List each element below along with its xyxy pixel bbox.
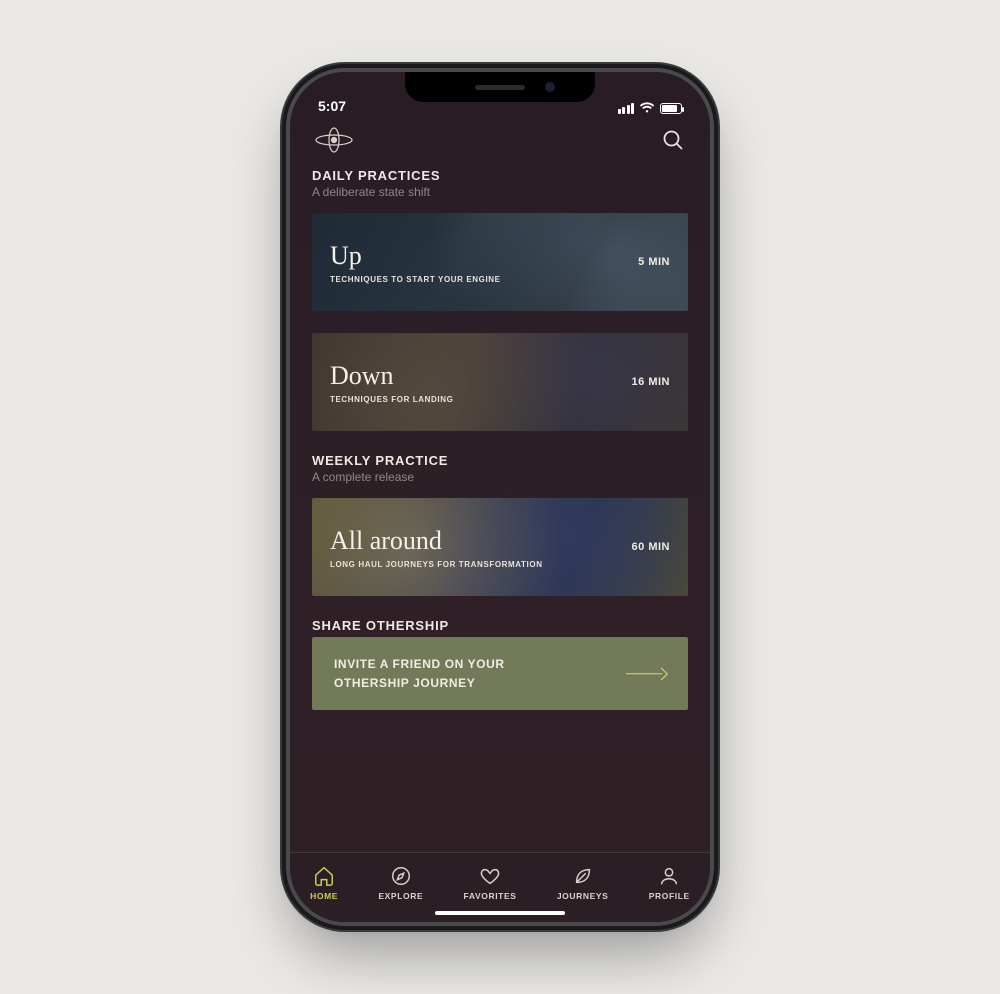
tab-label: FAVORITES — [464, 891, 517, 901]
status-time: 5:07 — [318, 98, 346, 114]
speaker — [475, 85, 525, 90]
card-duration: 60 MIN — [632, 541, 670, 553]
content-scroll[interactable]: DAILY PRACTICES A deliberate state shift… — [290, 168, 710, 852]
card-title: Up — [330, 241, 670, 271]
card-description: LONG HAUL JOURNEYS FOR TRANSFORMATION — [330, 560, 670, 569]
compass-icon — [390, 865, 412, 887]
search-icon — [662, 129, 684, 151]
home-icon — [313, 865, 335, 887]
tab-favorites[interactable]: FAVORITES — [464, 865, 517, 901]
practice-card-all-around[interactable]: All around LONG HAUL JOURNEYS FOR TRANSF… — [312, 498, 688, 596]
device-notch — [405, 72, 595, 102]
card-description: TECHNIQUES FOR LANDING — [330, 395, 670, 404]
status-indicators — [618, 102, 683, 114]
tab-label: PROFILE — [649, 891, 690, 901]
heart-icon — [479, 865, 501, 887]
invite-text: INVITE A FRIEND ON YOUR OTHERSHIP JOURNE… — [334, 655, 554, 692]
weekly-section-subtitle: A complete release — [312, 470, 688, 484]
card-description: TECHNIQUES TO START YOUR ENGINE — [330, 275, 670, 284]
daily-section-subtitle: A deliberate state shift — [312, 185, 688, 199]
phone-frame: 5:07 — [290, 72, 710, 922]
tab-label: EXPLORE — [378, 891, 423, 901]
front-camera — [545, 82, 555, 92]
card-title: All around — [330, 526, 670, 556]
tab-journeys[interactable]: JOURNEYS — [557, 865, 609, 901]
signal-icon — [618, 103, 635, 114]
card-title: Down — [330, 361, 670, 391]
home-indicator[interactable] — [435, 911, 565, 915]
card-duration: 5 MIN — [638, 256, 670, 268]
weekly-section-title: WEEKLY PRACTICE — [312, 453, 688, 468]
tab-label: JOURNEYS — [557, 891, 609, 901]
arrow-right-icon — [626, 668, 666, 680]
app-screen: 5:07 — [290, 72, 710, 922]
tab-explore[interactable]: EXPLORE — [378, 865, 423, 901]
invite-friend-card[interactable]: INVITE A FRIEND ON YOUR OTHERSHIP JOURNE… — [312, 637, 688, 710]
battery-icon — [660, 103, 682, 114]
app-logo-icon[interactable] — [314, 126, 354, 154]
leaf-icon — [572, 865, 594, 887]
tab-home[interactable]: HOME — [310, 865, 338, 901]
app-header — [290, 116, 710, 168]
profile-icon — [658, 865, 680, 887]
card-duration: 16 MIN — [632, 376, 670, 388]
search-button[interactable] — [660, 127, 686, 153]
tab-label: HOME — [310, 891, 338, 901]
share-section-title: SHARE OTHERSHIP — [312, 618, 688, 633]
daily-section-title: DAILY PRACTICES — [312, 168, 688, 183]
tab-profile[interactable]: PROFILE — [649, 865, 690, 901]
practice-card-down[interactable]: Down TECHNIQUES FOR LANDING 16 MIN — [312, 333, 688, 431]
practice-card-up[interactable]: Up TECHNIQUES TO START YOUR ENGINE 5 MIN — [312, 213, 688, 311]
wifi-icon — [639, 102, 655, 114]
